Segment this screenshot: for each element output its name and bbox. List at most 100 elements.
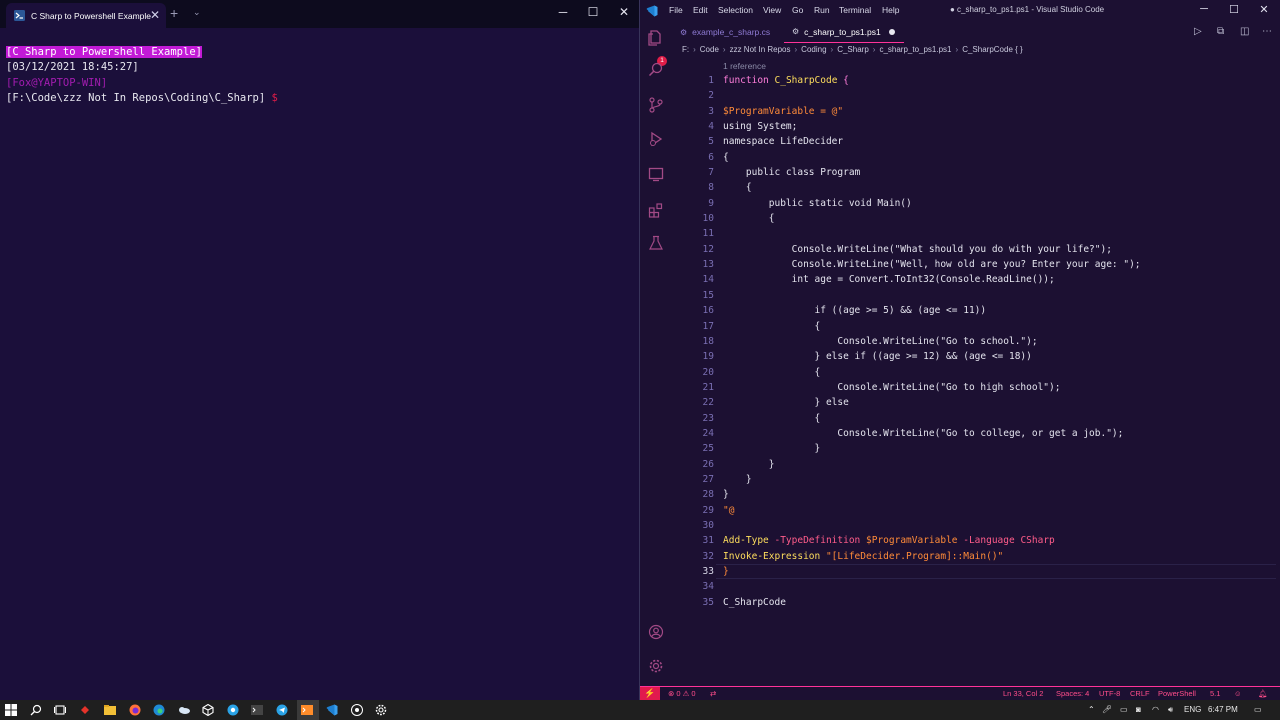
browser-icon[interactable] <box>226 703 240 717</box>
line-number-gutter: 1 2 3 4 5 6 7 8 9 10 11 12 13 14 15 16 1… <box>672 73 714 610</box>
file-encoding[interactable]: UTF-8 <box>1099 689 1120 698</box>
menu-edit[interactable]: Edit <box>693 5 708 15</box>
code-line: function C_SharpCode { <box>723 75 849 86</box>
close-window-button[interactable]: ✕ <box>1256 3 1272 16</box>
terminal-output[interactable]: [C Sharp to Powershell Example] [03/12/20… <box>6 45 278 107</box>
search-icon[interactable] <box>648 62 664 78</box>
code-line: } <box>723 458 775 470</box>
terminal-app-icon[interactable] <box>250 703 264 717</box>
edge-icon[interactable] <box>152 703 166 717</box>
tab-label: c_sharp_to_ps1.ps1 <box>804 26 881 37</box>
feedback-icon[interactable]: ☺ <box>1234 689 1242 698</box>
code-content[interactable]: function C_SharpCode { $ProgramVariable … <box>723 73 1141 610</box>
menu-go[interactable]: Go <box>792 5 803 15</box>
unsaved-indicator-icon[interactable] <box>888 28 895 35</box>
language-indicator[interactable]: ENG <box>1184 705 1201 714</box>
chevron-right-icon: › <box>830 45 834 54</box>
more-actions-icon[interactable]: ⋯ <box>1262 26 1272 37</box>
run-debug-icon[interactable] <box>648 131 664 147</box>
breadcrumb-item[interactable]: c_sharp_to_ps1.ps1 <box>879 45 951 54</box>
chevron-down-icon[interactable]: ⌄ <box>193 7 201 18</box>
folder-icon[interactable]: ▭ <box>1120 705 1128 714</box>
menu-terminal[interactable]: Terminal <box>839 5 871 15</box>
windows-taskbar: ⌃ 🎤︎ ▭ ◙ ◠ 🔊︎ ENG 6:47 PM ▭ <box>0 700 1280 720</box>
close-icon[interactable]: ✕ <box>150 8 160 22</box>
windows-start-icon[interactable] <box>4 703 18 717</box>
settings-gear-icon[interactable] <box>374 703 388 717</box>
windows-terminal-icon[interactable] <box>300 703 314 717</box>
firefox-icon[interactable] <box>128 703 142 717</box>
code-editor[interactable]: 1 reference 1 2 3 4 5 6 7 8 9 10 11 12 1… <box>672 58 1280 686</box>
extensions-icon[interactable] <box>648 202 664 218</box>
source-control-icon[interactable] <box>648 97 664 113</box>
breadcrumb-item[interactable]: zzz Not In Repos <box>730 45 791 54</box>
terminal-tab[interactable]: C Sharp to Powershell Example ✕ <box>6 3 166 28</box>
telegram-icon[interactable] <box>275 703 289 717</box>
notification-center-icon[interactable]: ▭ <box>1254 705 1262 714</box>
unity-icon[interactable] <box>201 703 215 717</box>
live-share-icon[interactable]: ⇄ <box>710 689 716 698</box>
breadcrumb-item[interactable]: C_Sharp <box>837 45 869 54</box>
wifi-icon[interactable]: ◠ <box>1152 705 1159 714</box>
maximize-button[interactable]: ☐ <box>1226 3 1242 16</box>
copy-file-icon[interactable]: ⧉ <box>1217 26 1224 37</box>
volume-icon[interactable]: 🔊︎ <box>1168 705 1173 715</box>
code-line: Invoke-Expression "[LifeDecider.Program]… <box>723 550 1004 562</box>
settings-gear-icon[interactable] <box>648 658 664 674</box>
remote-explorer-icon[interactable] <box>648 166 664 182</box>
task-view-icon[interactable] <box>53 703 67 717</box>
onedrive-icon[interactable] <box>177 703 191 717</box>
breadcrumb-item[interactable]: C_SharpCode { } <box>962 45 1023 54</box>
maximize-button[interactable]: ☐ <box>583 5 603 19</box>
line-number: 6 <box>708 151 714 163</box>
vscode-taskbar-icon[interactable] <box>325 703 339 717</box>
close-window-button[interactable]: ✕ <box>614 5 634 19</box>
chevron-up-icon[interactable]: ⌃ <box>1088 705 1095 714</box>
breadcrumb-item[interactable]: F: <box>682 45 689 54</box>
minimize-button[interactable]: ─ <box>1196 3 1212 15</box>
language-mode[interactable]: PowerShell <box>1158 689 1196 698</box>
code-line: Console.WriteLine("Go to school."); <box>723 335 1038 347</box>
minimize-button[interactable]: ─ <box>553 5 573 19</box>
split-editor-icon[interactable]: ◫ <box>1240 26 1249 37</box>
tab-example-c-sharp[interactable]: ⚙ example_c_sharp.cs <box>672 21 782 43</box>
codelens-references[interactable]: 1 reference <box>723 61 766 71</box>
line-ending[interactable]: CRLF <box>1130 689 1150 698</box>
testing-icon[interactable] <box>648 235 664 251</box>
problems-count[interactable]: ⊗ 0 ⚠ 0 <box>668 689 696 698</box>
line-number: 16 <box>702 305 714 317</box>
app-red-icon[interactable] <box>78 703 92 717</box>
menu-run[interactable]: Run <box>814 5 830 15</box>
breadcrumb-item[interactable]: Coding <box>801 45 826 54</box>
line-number: 10 <box>702 213 714 225</box>
search-icon[interactable] <box>29 703 43 717</box>
terminal-user: [Fox@YAPTOP-WIN] <box>6 76 108 89</box>
file-explorer-icon[interactable] <box>103 703 117 717</box>
line-number: 28 <box>702 489 714 501</box>
clock[interactable]: 6:47 PM <box>1208 705 1238 714</box>
line-number: 34 <box>702 581 714 593</box>
obs-icon[interactable] <box>350 703 364 717</box>
powershell-version[interactable]: 5.1 <box>1210 689 1220 698</box>
line-number: 3 <box>708 105 714 117</box>
code-line-current: } <box>723 566 729 577</box>
menu-file[interactable]: File <box>669 5 683 15</box>
remote-indicator-icon[interactable]: ⚡ <box>640 687 660 700</box>
account-icon[interactable] <box>648 624 664 640</box>
run-icon[interactable]: ▷ <box>1194 26 1202 37</box>
menu-view[interactable]: View <box>763 5 781 15</box>
new-tab-button[interactable]: + <box>170 6 178 20</box>
notifications-bell-icon[interactable]: 🔔︎ <box>1258 689 1268 698</box>
breadcrumb-item[interactable]: Code <box>700 45 719 54</box>
indentation[interactable]: Spaces: 4 <box>1056 689 1089 698</box>
menu-help[interactable]: Help <box>882 5 899 15</box>
menu-selection[interactable]: Selection <box>718 5 753 15</box>
microphone-icon[interactable]: 🎤︎ <box>1102 705 1112 714</box>
cursor-position[interactable]: Ln 33, Col 2 <box>1003 689 1043 698</box>
network-icon[interactable]: ◙ <box>1136 705 1141 714</box>
explorer-icon[interactable] <box>648 30 664 46</box>
line-number: 13 <box>702 259 714 271</box>
tab-c-sharp-to-ps1[interactable]: ⚙ c_sharp_to_ps1.ps1 <box>784 21 904 43</box>
